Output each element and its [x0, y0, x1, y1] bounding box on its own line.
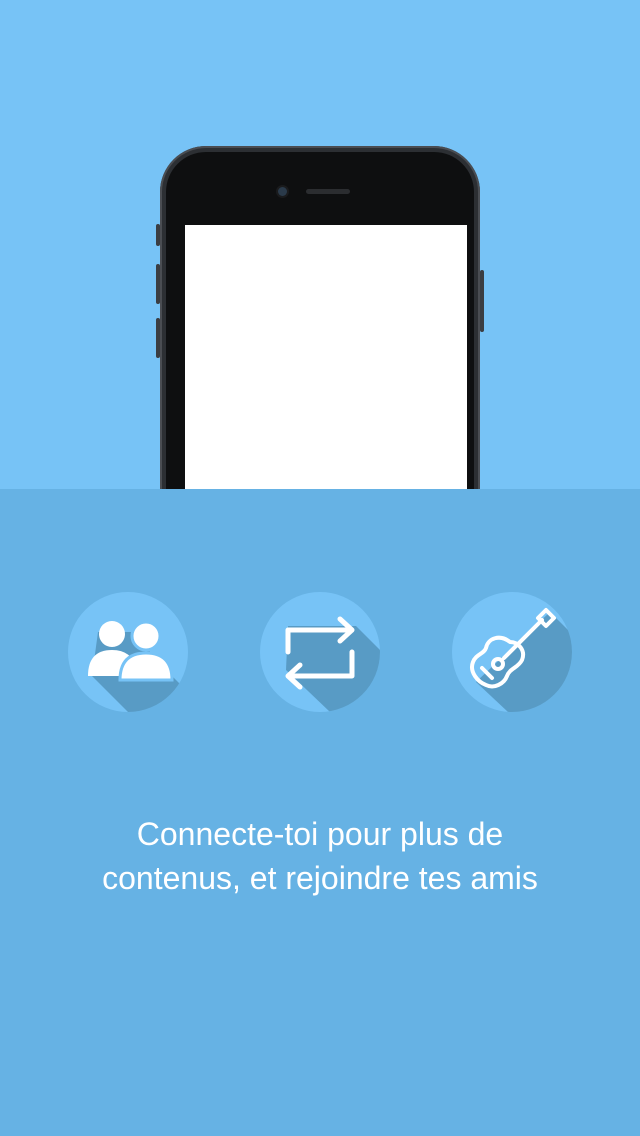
onboarding-message-line-1: Connecte-toi pour plus de	[136, 816, 504, 852]
guitar-icon	[452, 592, 572, 712]
illustration-area	[0, 0, 640, 489]
friends-icon	[68, 592, 188, 712]
phone-illustration	[156, 146, 484, 489]
onboarding-message: Connecte-toi pour plus de contenus, et r…	[40, 812, 600, 900]
phone-screen	[185, 225, 467, 489]
feature-icons-row	[0, 592, 640, 712]
speaker-grille	[306, 189, 350, 194]
phone-bezel	[166, 152, 474, 489]
onboarding-message-line-2: contenus, et rejoindre tes amis	[102, 860, 538, 896]
phone-power-button	[480, 270, 484, 332]
phone-mute-switch	[156, 224, 160, 246]
phone-volume-down	[156, 318, 160, 358]
phone-volume-up	[156, 264, 160, 304]
camera-icon	[278, 187, 287, 196]
repeat-icon	[260, 592, 380, 712]
